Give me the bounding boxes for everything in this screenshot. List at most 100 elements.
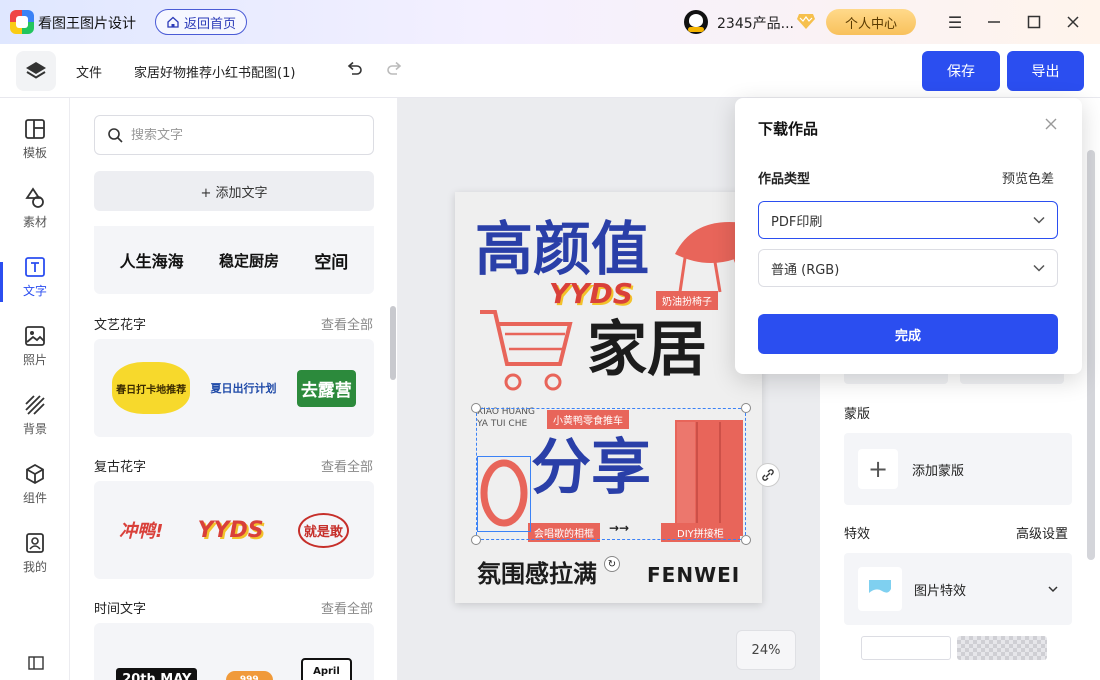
text-sample[interactable]: 999 <box>225 671 273 680</box>
poster-footer-en[interactable]: FENWEI <box>647 565 740 585</box>
section-title: 时间文字 <box>94 602 147 617</box>
poster-footer-cn[interactable]: 氛围感拉满 <box>477 562 597 586</box>
transparency-swatch[interactable] <box>957 636 1047 660</box>
rail-item-components[interactable]: 组件 <box>0 463 70 525</box>
preview-color-link[interactable]: 预览色差 <box>1002 168 1054 187</box>
profile-icon <box>26 533 44 553</box>
format-select-value: PDF印刷 <box>771 214 823 230</box>
search-icon <box>108 128 123 143</box>
close-icon[interactable] <box>1041 114 1061 134</box>
section-title: 复古花字 <box>94 460 147 475</box>
view-all-link[interactable]: 查看全部 <box>321 598 373 617</box>
add-mask-card[interactable]: + 添加蒙版 <box>844 433 1072 505</box>
link-icon[interactable] <box>756 463 780 487</box>
add-mask-label: 添加蒙版 <box>912 463 965 479</box>
close-window-icon[interactable] <box>1063 12 1083 32</box>
redo-icon[interactable] <box>385 60 405 80</box>
text-sample[interactable]: 空间 <box>314 248 348 273</box>
text-sample-card[interactable]: 20th MAY 999 April <box>94 623 374 680</box>
document-title[interactable]: 家居好物推荐小红书配图(1) <box>134 62 295 81</box>
home-icon <box>167 16 179 28</box>
text-sample[interactable]: YYDS <box>198 518 264 543</box>
text-sample[interactable]: 稳定厨房 <box>219 250 279 271</box>
text-sample-card[interactable]: 人生海海 稳定厨房 空间 <box>94 226 374 294</box>
mask-section-title: 蒙版 <box>844 407 871 422</box>
text-sample-card[interactable]: 春日打卡地推荐 夏日出行计划 去露营 <box>94 339 374 437</box>
poster-tag-chair[interactable]: 奶油扮椅子 <box>656 291 718 310</box>
zoom-level[interactable]: 24% <box>736 630 796 670</box>
image-effects-card[interactable]: 图片特效 <box>844 553 1072 625</box>
rail-item-label: 照片 <box>22 353 47 367</box>
rail-item-mine[interactable]: 我的 <box>0 532 70 594</box>
rail-item-background[interactable]: 背景 <box>0 394 70 456</box>
text-sample[interactable]: 夏日出行计划 <box>210 380 276 396</box>
cart-image[interactable] <box>475 302 575 397</box>
poster-headline-1[interactable]: 高颜值 <box>475 220 649 278</box>
done-button[interactable]: 完成 <box>758 314 1058 354</box>
effects-section-title: 特效 <box>844 527 871 542</box>
text-sample[interactable]: 20th MAY <box>116 668 198 680</box>
rail-item-label: 素材 <box>22 215 47 229</box>
rail-item-template[interactable]: 模板 <box>0 118 70 180</box>
add-text-button[interactable]: + 添加文字 <box>94 171 374 211</box>
rail-item-label: 我的 <box>22 560 47 574</box>
text-sample[interactable]: 冲鸭! <box>119 517 163 543</box>
home-button-label: 返回首页 <box>183 16 236 32</box>
poster-yyds[interactable]: YYDS <box>549 280 633 308</box>
section-title: 文艺花字 <box>94 318 147 333</box>
color-mode-select[interactable]: 普通 (RGB) <box>758 249 1058 287</box>
right-panel-scrollbar[interactable] <box>1087 150 1095 560</box>
panel-toggle-icon[interactable] <box>28 656 44 670</box>
user-name[interactable]: 2345产品... <box>717 13 794 33</box>
vip-diamond-icon[interactable] <box>796 12 816 30</box>
mirror-selection[interactable] <box>477 456 531 532</box>
rotate-handle-icon[interactable]: ↻ <box>604 556 620 572</box>
chevron-down-icon <box>1033 264 1045 272</box>
text-assets-panel: + 添加文字 人生海海 稳定厨房 空间 文艺花字 查看全部 春日打卡地推荐 夏日… <box>70 98 398 680</box>
effect-value-field[interactable] <box>861 636 951 660</box>
poster-canvas[interactable]: 高颜值 奶油扮椅子 YYDS 家居 XIAO HUANG YA TUI CHE … <box>455 192 762 603</box>
text-sample[interactable]: 去露营 <box>296 369 356 407</box>
advanced-settings-link[interactable]: 高级设置 <box>1016 523 1068 542</box>
rail-item-materials[interactable]: 素材 <box>0 187 70 249</box>
text-icon <box>25 257 45 277</box>
photo-icon <box>25 326 45 346</box>
image-effects-label: 图片特效 <box>914 583 967 599</box>
dialog-title: 下载作品 <box>758 120 819 138</box>
plus-icon: + <box>858 449 898 489</box>
resize-handle[interactable] <box>741 403 751 413</box>
search-box[interactable] <box>94 115 374 155</box>
resize-handle[interactable] <box>471 535 481 545</box>
poster-headline-2[interactable]: 家居 <box>587 320 707 380</box>
text-sample[interactable]: 人生海海 <box>120 248 184 272</box>
download-dialog: 下载作品 作品类型 预览色差 PDF印刷 普通 (RGB) 完成 <box>735 98 1082 374</box>
layers-logo-icon[interactable] <box>16 51 56 91</box>
maximize-icon[interactable] <box>1024 12 1044 32</box>
save-button[interactable]: 保存 <box>922 51 1000 91</box>
text-sample[interactable]: April <box>301 658 352 680</box>
view-all-link[interactable]: 查看全部 <box>321 456 373 475</box>
chevron-down-icon <box>1033 216 1045 224</box>
text-sample[interactable]: 春日打卡地推荐 <box>112 362 191 414</box>
color-mode-value: 普通 (RGB) <box>771 262 840 278</box>
work-type-label: 作品类型 <box>758 172 811 187</box>
minimize-icon[interactable] <box>984 12 1004 32</box>
rail-item-text[interactable]: 文字 <box>0 256 70 318</box>
resize-handle[interactable] <box>471 403 481 413</box>
home-button[interactable]: 返回首页 <box>155 9 247 35</box>
panel-scrollbar[interactable] <box>390 306 396 380</box>
undo-icon[interactable] <box>344 60 364 80</box>
view-all-link[interactable]: 查看全部 <box>321 314 373 333</box>
file-menu[interactable]: 文件 <box>76 62 102 81</box>
text-sample-card[interactable]: 冲鸭! YYDS 就是敢 <box>94 481 374 579</box>
format-select[interactable]: PDF印刷 <box>758 201 1058 239</box>
rail-item-photos[interactable]: 照片 <box>0 325 70 387</box>
menu-icon[interactable]: ☰ <box>945 12 965 32</box>
export-button[interactable]: 导出 <box>1007 51 1084 91</box>
qq-avatar-icon[interactable] <box>684 10 708 34</box>
search-input[interactable] <box>131 127 351 143</box>
text-sample[interactable]: 就是敢 <box>297 512 349 548</box>
personal-center-button[interactable]: 个人中心 <box>826 9 916 35</box>
effects-thumbnail-icon <box>858 567 902 611</box>
resize-handle[interactable] <box>741 535 751 545</box>
